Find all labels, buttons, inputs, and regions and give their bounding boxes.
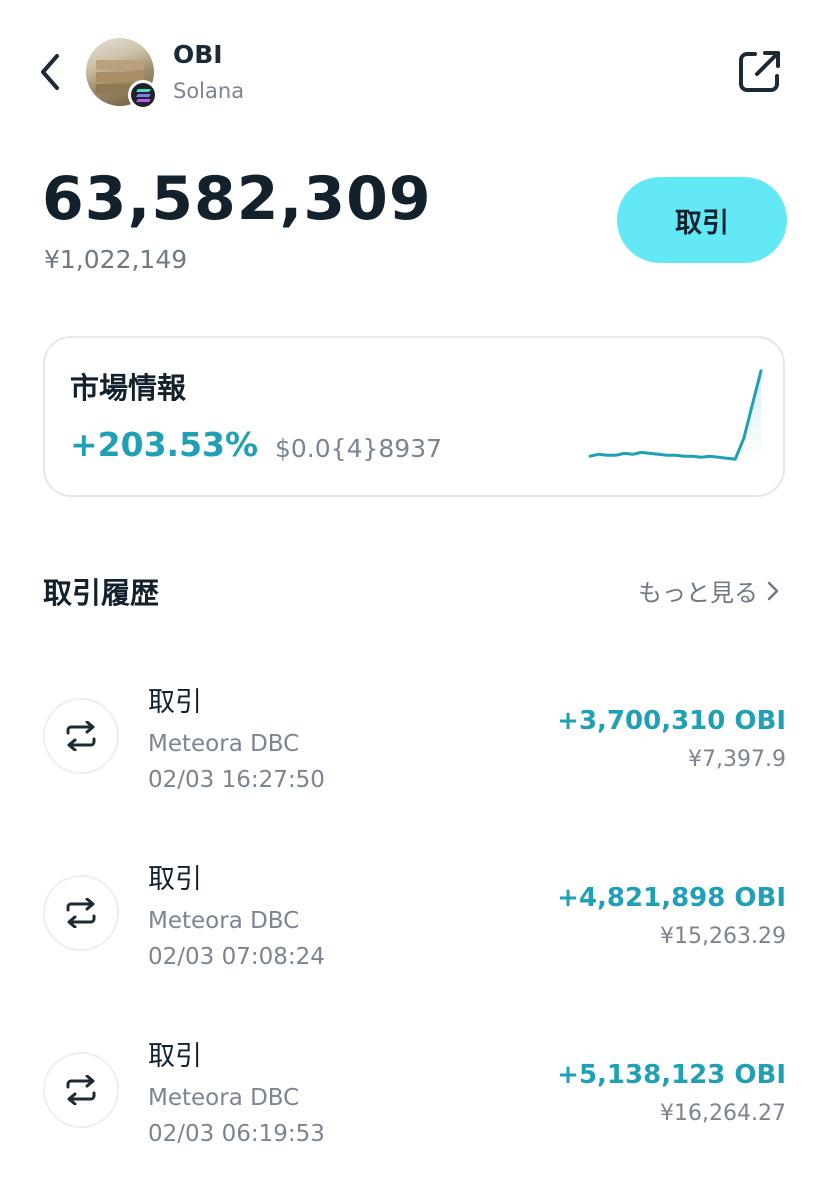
- swap-icon-circle: [43, 875, 119, 951]
- transaction-type: 取引: [148, 1041, 202, 1072]
- see-more-label: もっと見る: [638, 579, 758, 607]
- transaction-row[interactable]: 取引 Meteora DBC 02/03 06:19:53 +5,138,123…: [0, 1022, 828, 1182]
- share-icon: [739, 51, 780, 92]
- solana-chain-icon: [128, 80, 158, 110]
- swap-icon-circle: [43, 698, 119, 774]
- transaction-time: 02/03 06:19:53: [148, 1121, 325, 1147]
- swap-icon: [66, 1075, 96, 1105]
- sparkline-line: [588, 369, 763, 461]
- token-name: OBI: [173, 40, 223, 69]
- transaction-amount: +3,700,310 OBI: [557, 706, 786, 736]
- chain-name: Solana: [173, 79, 245, 103]
- token-price: $0.0{4}8937: [275, 434, 443, 463]
- swap-icon: [66, 898, 96, 928]
- transaction-row[interactable]: 取引 Meteora DBC 02/03 07:08:24 +4,821,898…: [0, 845, 828, 1005]
- price-change: +203.53%: [70, 425, 259, 464]
- trade-button[interactable]: 取引: [617, 177, 787, 263]
- transaction-time: 02/03 16:27:50: [148, 767, 325, 793]
- swap-icon: [66, 721, 96, 751]
- transaction-amount: +5,138,123 OBI: [557, 1060, 786, 1090]
- transaction-amount: +4,821,898 OBI: [557, 883, 786, 913]
- transaction-fiat: ¥16,264.27: [660, 1101, 786, 1126]
- transaction-fiat: ¥7,397.9: [688, 747, 786, 772]
- transaction-source: Meteora DBC: [148, 1085, 300, 1111]
- chevron-right-icon: [767, 581, 779, 600]
- transaction-source: Meteora DBC: [148, 731, 300, 757]
- price-sparkline: [588, 369, 763, 462]
- market-info-title: 市場情報: [70, 371, 187, 405]
- transaction-time: 02/03 07:08:24: [148, 944, 325, 970]
- back-button[interactable]: [30, 50, 70, 94]
- transaction-source: Meteora DBC: [148, 908, 300, 934]
- chevron-left-icon: [41, 54, 59, 90]
- transaction-type: 取引: [148, 687, 202, 718]
- token-balance: 63,582,309: [42, 164, 432, 234]
- share-button[interactable]: [735, 46, 785, 96]
- history-title: 取引履歴: [43, 576, 160, 610]
- see-more-link[interactable]: もっと見る: [638, 573, 780, 608]
- swap-icon-circle: [43, 1052, 119, 1128]
- fiat-balance: ¥1,022,149: [44, 245, 188, 274]
- transaction-fiat: ¥15,263.29: [660, 924, 786, 949]
- transaction-type: 取引: [148, 864, 202, 895]
- transaction-row[interactable]: 取引 Meteora DBC 02/03 16:27:50 +3,700,310…: [0, 668, 828, 828]
